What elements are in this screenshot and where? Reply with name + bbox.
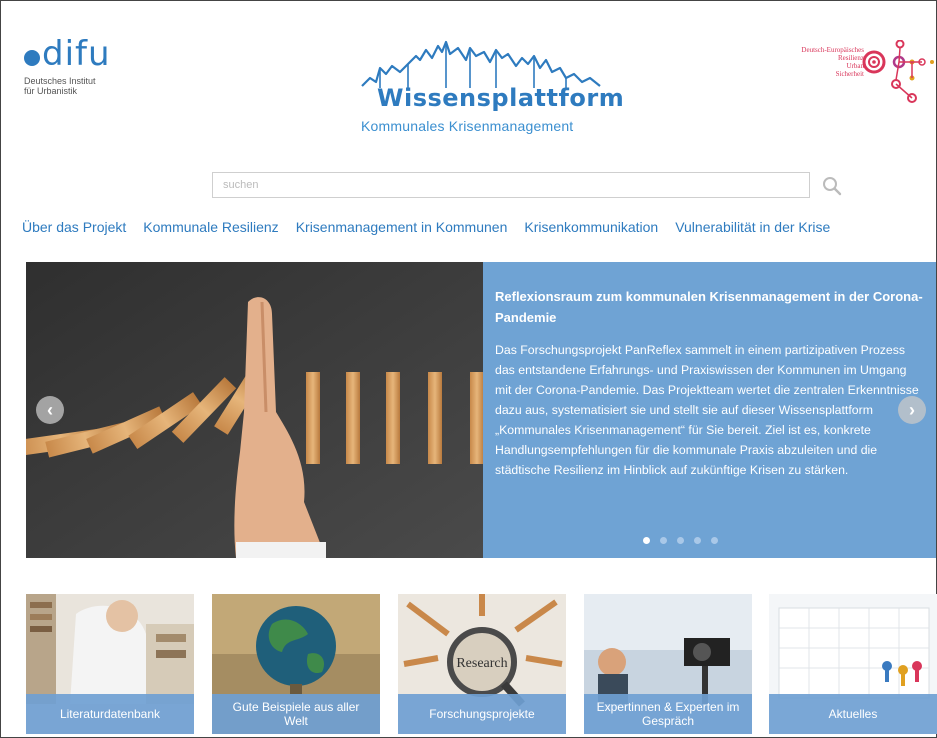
slider-dot[interactable]	[643, 537, 650, 544]
chevron-left-icon: ‹	[47, 400, 53, 420]
tile-forschungsprojekte[interactable]: Research Forschungsprojekte	[398, 594, 566, 734]
network-circles-icon	[862, 40, 934, 103]
tile-label: Forschungsprojekte	[398, 694, 566, 734]
difu-subtitle-line2: für Urbanistik	[24, 86, 78, 96]
slider-prev-button[interactable]: ‹	[36, 396, 64, 424]
partner-logo-line2: Resilienz	[837, 54, 864, 62]
tile-label: Expertinnen & Experten im Gespräch	[584, 694, 752, 734]
nav-item-krisenkommunikation[interactable]: Krisenkommunikation	[524, 219, 658, 235]
nav-item-krisenmanagement[interactable]: Krisenmanagement in Kommunen	[296, 219, 508, 235]
research-lens-text: Research	[456, 656, 507, 671]
platform-title[interactable]: Wissensplattform	[377, 84, 624, 112]
partner-logo-line1: Deutsch-Europäisches	[801, 46, 864, 54]
main-nav: Über das Projekt Kommunale Resilienz Kri…	[22, 219, 830, 235]
slider-dot[interactable]	[694, 537, 701, 544]
slider-dot[interactable]	[677, 537, 684, 544]
slider-dot[interactable]	[660, 537, 667, 544]
hero-image-dominoes	[26, 262, 483, 558]
nav-item-kommunale-resilienz[interactable]: Kommunale Resilienz	[143, 219, 278, 235]
partner-logo-text: Deutsch-Europäisches Resilienz Urban Sic…	[774, 46, 864, 78]
slider-dot[interactable]	[711, 537, 718, 544]
tile-expertinnen[interactable]: Expertinnen & Experten im Gespräch	[584, 594, 752, 734]
difu-wordmark: difu	[42, 34, 111, 74]
nav-item-vulnerabilitaet[interactable]: Vulnerabilität in der Krise	[675, 219, 830, 235]
tile-aktuelles[interactable]: Aktuelles	[769, 594, 937, 734]
difu-subtitle-line1: Deutsches Institut	[24, 76, 96, 86]
search-box	[212, 172, 810, 198]
slider-dots	[643, 537, 718, 544]
nav-item-ueber-das-projekt[interactable]: Über das Projekt	[22, 219, 126, 235]
partner-logo[interactable]: Deutsch-Europäisches Resilienz Urban Sic…	[774, 40, 934, 110]
hero-title[interactable]: Reflexionsraum zum kommunalen Krisenmana…	[495, 286, 926, 328]
partner-logo-line4: Sicherheit	[835, 70, 864, 78]
partner-logo-line3: Urban	[846, 62, 865, 70]
tile-literaturdatenbank[interactable]: Literaturdatenbank	[26, 594, 194, 734]
slider-next-button[interactable]: ›	[898, 396, 926, 424]
search-input[interactable]	[213, 173, 809, 197]
hero-body: Das Forschungsprojekt PanReflex sammelt …	[495, 343, 919, 477]
hero-slider: Reflexionsraum zum kommunalen Krisenmana…	[26, 262, 936, 558]
tile-label: Aktuelles	[769, 694, 937, 734]
search-icon[interactable]	[820, 174, 844, 198]
chevron-right-icon: ›	[909, 400, 915, 420]
tile-gute-beispiele[interactable]: Gute Beispiele aus aller Welt	[212, 594, 380, 734]
domino-illustration	[26, 262, 483, 558]
platform-subtitle: Kommunales Krisenmanagement	[361, 118, 574, 134]
difu-dot-icon	[24, 50, 40, 66]
hero-text-panel: Reflexionsraum zum kommunalen Krisenmana…	[483, 262, 936, 558]
tile-label: Literaturdatenbank	[26, 694, 194, 734]
tile-label: Gute Beispiele aus aller Welt	[212, 694, 380, 734]
difu-subtitle: Deutsches Institut für Urbanistik	[24, 76, 144, 96]
